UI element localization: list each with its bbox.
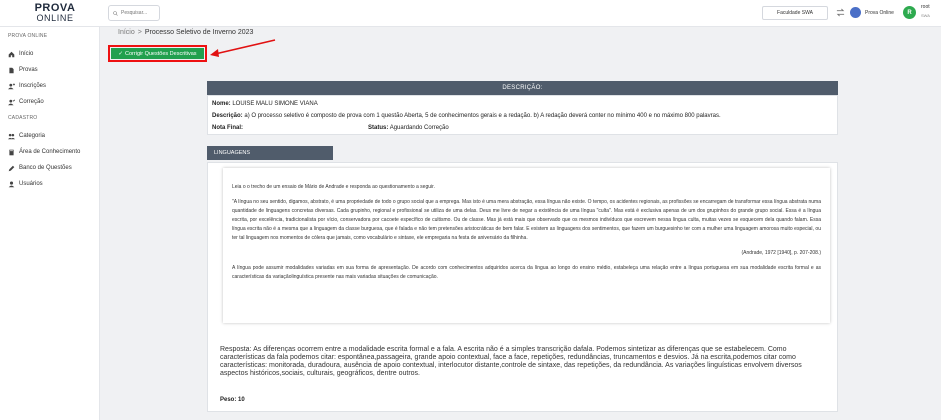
search-box[interactable] — [108, 5, 160, 21]
sidebar-item-usuarios[interactable]: Usuários — [8, 179, 43, 189]
tab-linguagens[interactable]: LINGUAGENS — [207, 146, 333, 160]
sidebar-item-banco-questoes[interactable]: Banco de Questões — [8, 163, 72, 173]
users-icon — [8, 133, 15, 139]
final-grade-row: Nota Final: — [212, 125, 243, 131]
name-row: Nome: LOUISE MALU SIMONE VIANA — [212, 101, 318, 107]
sidebar-item-provas[interactable]: Provas — [8, 65, 38, 75]
description-row: Descrição: a) O processo seletivo é comp… — [212, 113, 837, 119]
swap-icon[interactable] — [836, 8, 845, 17]
sidebar-item-label: Área de Conhecimento — [19, 149, 81, 155]
description-header: DESCRIÇÃO: — [207, 81, 838, 95]
question-intro: Leia o o trecho de um ensaio de Mário de… — [232, 184, 435, 190]
search-icon — [113, 10, 118, 16]
question-citation: (Andrade, 1972 [1940], p. 207-208.) — [741, 250, 821, 256]
user-check-icon — [8, 98, 15, 105]
sidebar-item-correcao[interactable]: Correção — [8, 97, 44, 107]
description-panel: Nome: LOUISE MALU SIMONE VIANA Descrição… — [207, 95, 838, 135]
sidebar-section-prova-online: PROVA ONLINE — [8, 33, 48, 39]
status-value: Aguardando Correção — [389, 125, 449, 131]
final-grade-label: Nota Final: — [212, 125, 243, 131]
answer-text: Resposta: As diferenças ocorrem entre a … — [220, 346, 802, 377]
breadcrumb-home[interactable]: Início — [118, 29, 135, 36]
sidebar-item-label: Inscrições — [19, 83, 47, 89]
faculdade-selector[interactable]: Faculdade SWA — [762, 6, 828, 20]
user-icon — [8, 181, 15, 187]
annotation-arrow-icon — [210, 39, 276, 57]
description-label: Descrição: — [212, 113, 243, 119]
breadcrumb-separator: > — [137, 29, 142, 36]
name-label: Nome: — [212, 101, 231, 107]
avatar[interactable]: R — [903, 6, 916, 19]
prova-online-label[interactable]: Prova Online — [865, 10, 894, 16]
question-quote: "A língua no seu sentido, digamos, abstr… — [232, 199, 821, 241]
sidebar-item-categoria[interactable]: Categoria — [8, 131, 45, 141]
sidebar-item-inscricoes[interactable]: Inscrições — [8, 81, 46, 91]
button-highlight-frame: ✓ Corrigir Questões Descritivas — [108, 45, 207, 62]
sidebar-item-label: Categoria — [19, 133, 46, 139]
sidebar-section-cadastro: CADASTRO — [8, 115, 38, 121]
corrigir-button-label: Corrigir Questões Descritivas — [125, 50, 197, 57]
peso-label: Peso: 10 — [220, 397, 245, 403]
sidebar-item-label: Início — [19, 51, 34, 57]
question-prompt: A língua pode assumir modalidades variad… — [232, 265, 821, 280]
search-input[interactable] — [121, 10, 159, 16]
logo-line2: ONLINE — [36, 13, 74, 23]
sidebar-item-label: Provas — [19, 67, 38, 73]
user-plus-icon — [8, 82, 15, 89]
sidebar-item-label: Banco de Questões — [19, 165, 72, 171]
prova-online-badge-icon — [850, 7, 861, 18]
top-bar: PROVA ONLINE Faculdade SWA Prova Online … — [0, 0, 941, 27]
question-text-box: Leia o o trecho de um ensaio de Mário de… — [223, 168, 830, 323]
description-value: a) O processo seletivo é composto de pro… — [244, 113, 721, 119]
user-role: SWA — [921, 13, 930, 18]
corrigir-questoes-button[interactable]: ✓ Corrigir Questões Descritivas — [111, 48, 204, 59]
user-name[interactable]: root — [921, 4, 930, 11]
book-icon — [9, 149, 14, 155]
breadcrumb: Início > Processo Seletivo de Inverno 2023 — [118, 29, 253, 36]
document-icon — [9, 67, 14, 73]
sidebar: PROVA ONLINE Início Provas Inscrições Co… — [0, 27, 100, 420]
breadcrumb-current: Processo Seletivo de Inverno 2023 — [144, 29, 254, 36]
sidebar-item-inicio[interactable]: Início — [8, 49, 33, 59]
sidebar-item-label: Correção — [19, 99, 44, 105]
question-card: Leia o o trecho de um ensaio de Mário de… — [207, 162, 838, 412]
sidebar-item-area-conhecimento[interactable]: Área de Conhecimento — [8, 147, 80, 157]
sidebar-item-label: Usuários — [19, 181, 43, 187]
name-value: LOUISE MALU SIMONE VIANA — [232, 101, 318, 107]
app-logo[interactable]: PROVA ONLINE — [30, 3, 80, 23]
status-label: Status: — [368, 125, 389, 131]
check-icon: ✓ — [118, 50, 124, 57]
home-icon — [8, 51, 15, 57]
status-row: Status: Aguardando Correção — [368, 125, 449, 131]
pencil-icon — [8, 165, 15, 171]
